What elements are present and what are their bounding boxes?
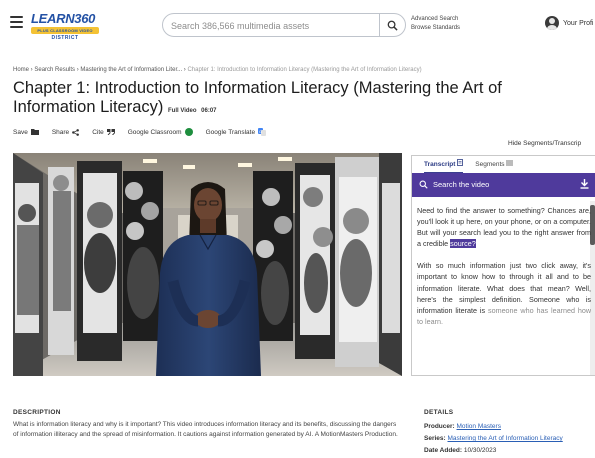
- profile-avatar-icon: [545, 16, 559, 30]
- google-classroom-icon: [184, 128, 193, 136]
- tab-segments-label: Segments: [475, 161, 505, 168]
- profile-label: Your Profi: [563, 19, 594, 27]
- description-heading: DESCRIPTION: [13, 409, 61, 416]
- google-translate-icon: G: [258, 128, 267, 136]
- producer-label: Producer:: [424, 423, 455, 430]
- video-player[interactable]: [13, 153, 402, 376]
- description-text: What is information literacy and why is …: [13, 421, 398, 438]
- logo-bar: PLUS CLASSROOM VIDEO: [31, 27, 99, 34]
- transcript-paragraph[interactable]: Need to find the answer to something? Ch…: [417, 205, 591, 249]
- hide-segments-toggle[interactable]: Hide Segments/Transcrip: [508, 140, 581, 147]
- logo-word: LEARN360: [31, 11, 96, 26]
- save-button[interactable]: Save: [13, 129, 39, 136]
- folder-icon: [30, 129, 39, 135]
- breadcrumb-search-results[interactable]: Search Results: [34, 67, 75, 73]
- tab-segments[interactable]: Segments: [475, 156, 514, 173]
- breadcrumb: Home › Search Results › Mastering the Ar…: [13, 67, 422, 73]
- google-classroom-button[interactable]: Google Classroom: [128, 128, 193, 136]
- download-icon[interactable]: [580, 179, 589, 189]
- logo-sub: DISTRICT: [51, 35, 79, 41]
- share-button[interactable]: Share: [51, 128, 80, 136]
- date-label: Date Added:: [424, 447, 463, 454]
- advanced-search-link[interactable]: Advanced Search: [411, 15, 460, 24]
- google-translate-label: Google Translate: [205, 128, 256, 136]
- tab-transcript-label: Transcript: [424, 161, 456, 168]
- google-translate-button[interactable]: Google Translate G: [206, 128, 267, 136]
- transcript-highlight: source?: [450, 239, 476, 249]
- series-link[interactable]: Mastering the Art of Information Literac…: [448, 435, 563, 442]
- transcript-search-bar[interactable]: Search the video: [412, 173, 595, 197]
- search-box: [162, 13, 406, 37]
- search-button[interactable]: [379, 14, 405, 36]
- video-frame: [13, 153, 402, 376]
- transcript-search-label: Search the video: [433, 180, 490, 189]
- page-title: Chapter 1: Introduction to Information L…: [13, 79, 585, 121]
- search-input[interactable]: [171, 18, 379, 34]
- transcript-tabs: Transcript Segments: [412, 156, 595, 173]
- series-label: Series:: [424, 435, 446, 442]
- cite-label: Cite: [92, 128, 104, 136]
- date-value: 10/30/2023: [463, 447, 497, 454]
- transcript-panel: Transcript Segments Search the video Nee…: [411, 155, 595, 376]
- menu-hamburger-icon[interactable]: [10, 16, 23, 28]
- title-text: Chapter 1: Introduction to Information L…: [13, 79, 502, 116]
- share-label: Share: [51, 128, 70, 136]
- detail-producer: Producer: Motion Masters: [424, 422, 501, 432]
- detail-series: Series: Mastering the Art of Information…: [424, 434, 563, 444]
- quote-icon: [106, 129, 115, 135]
- details-heading: DETAILS: [424, 409, 454, 416]
- learn360-logo[interactable]: LEARN360 PLUS CLASSROOM VIDEO DISTRICT: [31, 12, 105, 44]
- transcript-paragraph[interactable]: With so much information just two click …: [417, 260, 591, 327]
- list-icon: [506, 160, 514, 166]
- profile-menu[interactable]: Your Profi: [545, 16, 593, 30]
- producer-link[interactable]: Motion Masters: [457, 423, 501, 430]
- video-type: Full Video: [168, 108, 197, 114]
- action-bar: Save Share Cite Google Classroom Google …: [13, 128, 267, 136]
- search-icon: [419, 180, 428, 189]
- transcript-text: Need to find the answer to something? Ch…: [417, 206, 591, 249]
- share-icon: [72, 128, 80, 136]
- cite-button[interactable]: Cite: [92, 129, 115, 136]
- breadcrumb-series[interactable]: Mastering the Art of Information Liter..…: [80, 67, 182, 73]
- search-icon: [387, 20, 398, 31]
- transcript-body: Need to find the answer to something? Ch…: [417, 205, 591, 375]
- breadcrumb-current: Chapter 1: Introduction to Information L…: [187, 67, 422, 73]
- breadcrumb-home[interactable]: Home: [13, 67, 29, 73]
- video-duration: 06:07: [201, 108, 217, 114]
- tab-transcript[interactable]: Transcript: [424, 156, 464, 173]
- browse-standards-link[interactable]: Browse Standards: [411, 24, 460, 33]
- document-icon: [457, 159, 464, 166]
- google-classroom-label: Google Classroom: [127, 128, 182, 136]
- save-label: Save: [13, 128, 28, 136]
- top-header: LEARN360 PLUS CLASSROOM VIDEO DISTRICT A…: [0, 0, 595, 52]
- detail-date: Date Added: 10/30/2023: [424, 446, 496, 456]
- svg-text:G: G: [259, 129, 262, 134]
- advanced-links: Advanced Search Browse Standards: [411, 15, 460, 33]
